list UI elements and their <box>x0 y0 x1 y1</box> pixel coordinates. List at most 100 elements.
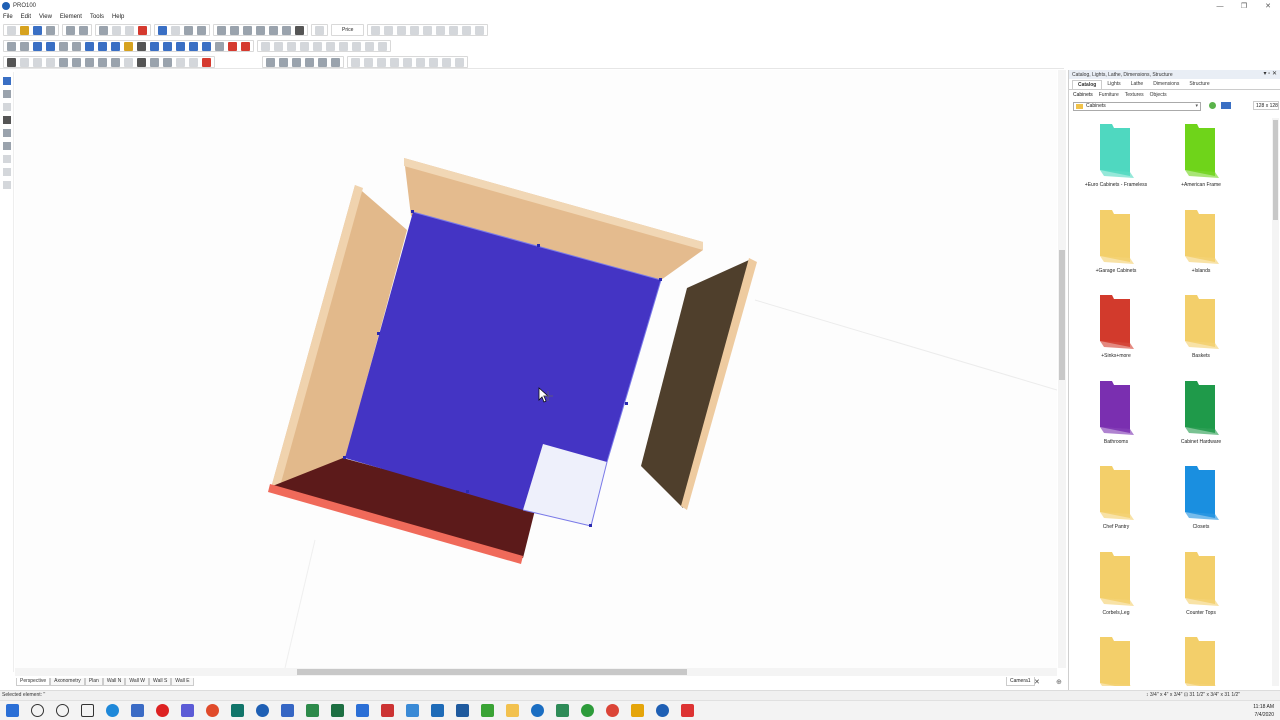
pro100-taskbar-icon[interactable] <box>656 704 669 717</box>
tab-wall-w[interactable]: Wall W <box>125 677 150 686</box>
tab-lights[interactable]: Lights <box>1102 80 1125 89</box>
view-mode-7-icon[interactable] <box>85 41 94 51</box>
transform-3-icon[interactable] <box>46 57 55 67</box>
tab-lathe[interactable]: Lathe <box>1126 80 1149 89</box>
close-button[interactable]: ✕ <box>1256 0 1280 12</box>
magnet-icon[interactable] <box>228 41 237 51</box>
app-icon-4[interactable] <box>206 704 219 717</box>
report-icon[interactable] <box>315 25 324 35</box>
app-icon-12[interactable] <box>481 704 494 717</box>
view-mode-icon[interactable] <box>1221 102 1231 109</box>
catalog-item[interactable]: Closets <box>1166 466 1236 546</box>
eye-icon[interactable] <box>176 41 185 51</box>
catalog-item[interactable]: +Islands <box>1166 209 1236 290</box>
catalog-item[interactable]: +American Frame <box>1166 124 1236 204</box>
minimize-button[interactable]: — <box>1208 0 1232 12</box>
app-icon-2[interactable] <box>156 704 169 717</box>
catalog-item[interactable]: Counter Tops <box>1166 551 1236 632</box>
catalog-item[interactable] <box>1166 637 1236 686</box>
tab-wall-s[interactable]: Wall S <box>149 677 172 686</box>
selection-handle-4[interactable] <box>377 332 380 335</box>
subtab-furniture[interactable]: Furniture <box>1099 92 1119 98</box>
arrange-5-icon[interactable] <box>318 57 327 67</box>
align-9-icon[interactable] <box>475 25 485 35</box>
layout-1-icon[interactable] <box>217 25 226 35</box>
app-icon-1[interactable] <box>131 704 144 717</box>
selection-handle-2[interactable] <box>537 244 540 247</box>
save-as-icon[interactable] <box>46 25 55 35</box>
tab-camera1[interactable]: Camera1 <box>1006 677 1035 686</box>
move-up-icon[interactable] <box>59 57 68 67</box>
layout-5-icon[interactable] <box>269 25 278 35</box>
sum-icon[interactable] <box>295 25 304 35</box>
edge-icon[interactable] <box>106 704 119 717</box>
menu-file[interactable]: File <box>3 14 13 20</box>
arrange-3-icon[interactable] <box>292 57 301 67</box>
selection-handle-3[interactable] <box>659 278 662 281</box>
menu-tools[interactable]: Tools <box>90 14 104 20</box>
catalog-item[interactable]: Cabinet Hardware <box>1166 380 1236 461</box>
copy-icon[interactable] <box>112 25 121 35</box>
view-mode-2-icon[interactable] <box>20 41 29 51</box>
app-icon-5[interactable] <box>231 704 244 717</box>
app-icon-7[interactable] <box>281 704 294 717</box>
delete-icon[interactable] <box>138 25 147 35</box>
tab-catalog[interactable]: Catalog <box>1072 80 1103 89</box>
transform-2-icon[interactable] <box>33 57 42 67</box>
cortana-icon[interactable] <box>56 704 69 717</box>
move-icon[interactable] <box>98 57 107 67</box>
search-icon[interactable] <box>31 704 44 717</box>
measure-tool-icon[interactable] <box>3 142 11 150</box>
task-view-icon[interactable] <box>81 704 94 717</box>
catalog-item[interactable]: Bathrooms <box>1081 380 1151 461</box>
view-mode-1-icon[interactable] <box>7 41 16 51</box>
catalog-item[interactable]: Chef Pantry <box>1081 466 1151 546</box>
file-explorer-icon[interactable] <box>506 704 519 717</box>
viewport-vertical-scrollbar[interactable] <box>1058 70 1066 668</box>
menu-help[interactable]: Help <box>112 14 124 20</box>
format-icon[interactable] <box>137 57 146 67</box>
catalog-item[interactable] <box>1081 637 1151 686</box>
app-icon-8[interactable] <box>306 704 319 717</box>
catalog-scroll-thumb[interactable] <box>1273 120 1278 220</box>
view-mode-9-icon[interactable] <box>111 41 120 51</box>
catalog-item[interactable]: +Garage Cabinets <box>1081 209 1151 290</box>
layout-3-icon[interactable] <box>243 25 252 35</box>
open-file-icon[interactable] <box>20 25 29 35</box>
line-tool-icon[interactable] <box>3 103 11 111</box>
outlook-icon[interactable] <box>431 704 444 717</box>
print-icon[interactable] <box>66 25 75 35</box>
catalog-item[interactable]: Baskets <box>1166 295 1236 375</box>
refresh-icon[interactable] <box>1209 102 1216 109</box>
grid-icon[interactable] <box>163 41 172 51</box>
app-icon-13[interactable] <box>531 704 544 717</box>
thumb-size-select[interactable]: 128 x 128 <box>1253 101 1279 110</box>
paste-icon[interactable] <box>125 25 134 35</box>
app-icon-14[interactable] <box>556 704 569 717</box>
tab-axonometry[interactable]: Axonometry <box>50 677 85 686</box>
grid-snap-icon[interactable] <box>7 57 16 67</box>
menu-edit[interactable]: Edit <box>21 14 31 20</box>
align-1-icon[interactable] <box>371 25 381 35</box>
layout-6-icon[interactable] <box>282 25 291 35</box>
arrange-4-icon[interactable] <box>305 57 314 67</box>
scale-icon[interactable] <box>111 57 120 67</box>
transform-1-icon[interactable] <box>20 57 29 67</box>
ellipse-1-icon[interactable] <box>150 57 159 67</box>
vertical-scroll-thumb[interactable] <box>1059 250 1065 380</box>
stop-icon[interactable] <box>202 57 211 67</box>
arrange-6-icon[interactable] <box>331 57 340 67</box>
tab-wall-n[interactable]: Wall N <box>102 677 126 686</box>
dimension-icon[interactable] <box>150 41 159 51</box>
selection-handle-8[interactable] <box>589 524 592 527</box>
print-preview-icon[interactable] <box>79 25 88 35</box>
selection-handle-1[interactable] <box>411 210 414 213</box>
viewport-horizontal-scrollbar[interactable] <box>15 668 1057 676</box>
link-icon[interactable] <box>137 41 146 51</box>
subtab-textures[interactable]: Textures <box>1125 92 1144 98</box>
price-button[interactable]: Price <box>333 25 362 35</box>
excel-icon[interactable] <box>331 704 344 717</box>
filezilla-icon[interactable] <box>381 704 394 717</box>
cut-icon[interactable] <box>99 25 108 35</box>
rotate-icon[interactable] <box>85 57 94 67</box>
